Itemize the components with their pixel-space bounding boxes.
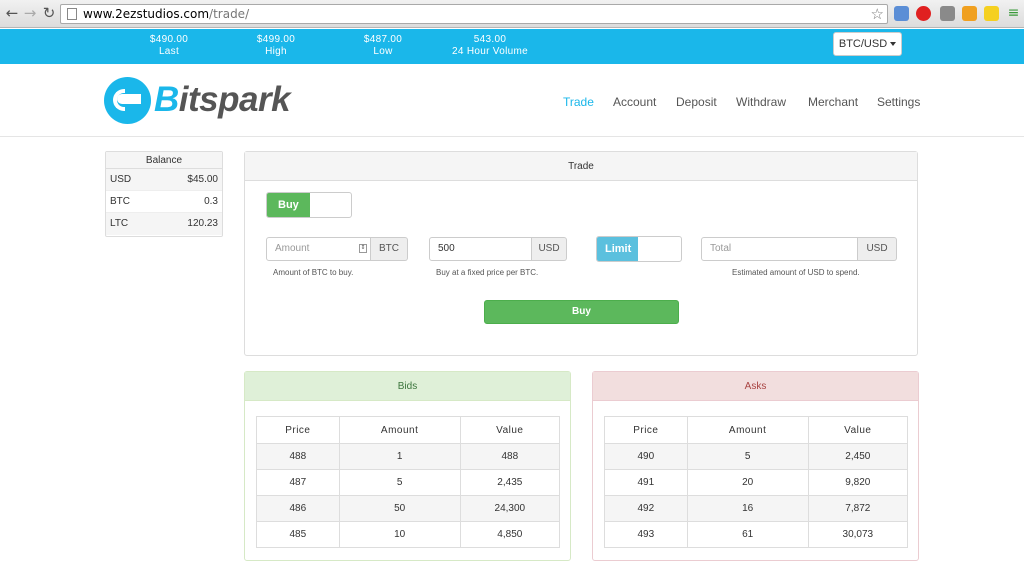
price-help: Buy at a fixed price per BTC. — [436, 268, 539, 277]
market-ticker: $490.00 Last $499.00 High $487.00 Low 543.0… — [0, 29, 1024, 64]
balance-title: Balance — [106, 152, 222, 169]
robot-extension-icon[interactable] — [940, 6, 955, 21]
column-header-price: Price — [256, 416, 340, 444]
note-extension-icon[interactable] — [984, 6, 999, 21]
amount-unit: BTC — [371, 237, 408, 261]
bids-panel: Bids Price Amount Value 488 1 488 487 5 2,43… — [244, 371, 571, 561]
nav-deposit[interactable]: Deposit — [676, 95, 717, 109]
logo-wordmark: Bitspark — [154, 80, 291, 119]
page-icon — [67, 8, 77, 20]
total-input[interactable]: Total — [701, 237, 858, 261]
amount-group: Amount ⇕ BTC — [266, 237, 408, 261]
forward-icon[interactable]: → — [22, 5, 38, 21]
limit-toggle-label: Limit — [597, 237, 638, 261]
nav-settings[interactable]: Settings — [877, 95, 920, 109]
column-header-value: Value — [807, 416, 909, 444]
trade-title: Trade — [245, 152, 917, 181]
total-unit: USD — [858, 237, 897, 261]
limit-market-toggle[interactable]: Limit — [596, 236, 682, 262]
table-row[interactable]: 488 1 488 — [256, 443, 561, 470]
bids-title: Bids — [245, 372, 570, 401]
column-header-amount: Amount — [686, 416, 809, 444]
price-input[interactable]: 500 — [429, 237, 532, 261]
bitcoin-extension-icon[interactable] — [962, 6, 977, 21]
buy-toggle-label: Buy — [267, 193, 310, 217]
table-row[interactable]: 493 61 30,073 — [604, 521, 909, 548]
menu-icon[interactable]: ≡ — [1006, 6, 1021, 21]
total-help: Estimated amount of USD to spend. — [732, 268, 860, 277]
price-group: 500 USD — [429, 237, 567, 261]
nav-withdraw[interactable]: Withdraw — [736, 95, 786, 109]
nav-trade[interactable]: Trade — [563, 95, 594, 109]
trade-panel: Trade Buy Amount ⇕ BTC Amount of BTC to … — [244, 151, 918, 356]
column-header-price: Price — [604, 416, 688, 444]
table-row[interactable]: 487 5 2,435 — [256, 469, 561, 496]
table-row[interactable]: 486 50 24,300 — [256, 495, 561, 522]
buy-sell-toggle[interactable]: Buy — [266, 192, 352, 218]
table-row[interactable]: 485 10 4,850 — [256, 521, 561, 548]
nav-merchant[interactable]: Merchant — [808, 95, 858, 109]
column-header-value: Value — [459, 416, 561, 444]
bids-table: Price Amount Value 488 1 488 487 5 2,435 486… — [256, 416, 561, 548]
nav-account[interactable]: Account — [613, 95, 656, 109]
asks-panel: Asks Price Amount Value 490 5 2,450 491 20 9… — [592, 371, 919, 561]
balance-row: USD $45.00 — [106, 169, 222, 191]
url-text: www.2ezstudios.com/trade/ — [83, 7, 250, 21]
extension-icon[interactable] — [894, 6, 909, 21]
balance-row: BTC 0.3 — [106, 191, 222, 213]
price-unit: USD — [532, 237, 567, 261]
address-bar[interactable]: www.2ezstudios.com/trade/ ☆ — [60, 4, 888, 24]
spinner-icon[interactable]: ⇕ — [359, 244, 367, 253]
ticker-last: $490.00 Last — [149, 34, 189, 57]
opera-extension-icon[interactable] — [916, 6, 931, 21]
ticker-volume: 543.00 24 Hour Volume — [452, 34, 528, 57]
browser-toolbar: ← → ↻ www.2ezstudios.com/trade/ ☆ ≡ — [0, 0, 1024, 28]
buy-submit-button[interactable]: Buy — [484, 300, 679, 324]
table-row[interactable]: 491 20 9,820 — [604, 469, 909, 496]
asks-title: Asks — [593, 372, 918, 401]
ticker-high: $499.00 High — [256, 34, 296, 57]
total-group: Total USD — [701, 237, 897, 261]
back-icon[interactable]: ← — [4, 5, 20, 21]
table-row[interactable]: 490 5 2,450 — [604, 443, 909, 470]
ticker-low: $487.00 Low — [363, 34, 403, 57]
column-header-amount: Amount — [338, 416, 461, 444]
asks-table: Price Amount Value 490 5 2,450 491 20 9,820 … — [604, 416, 909, 548]
balance-row: LTC 120.23 — [106, 213, 222, 235]
table-row[interactable]: 492 16 7,872 — [604, 495, 909, 522]
reload-icon[interactable]: ↻ — [41, 5, 57, 21]
logo-mark-icon — [104, 77, 151, 124]
site-header: Bitspark Trade Account Deposit Withdraw … — [0, 64, 1024, 137]
amount-help: Amount of BTC to buy. — [273, 268, 354, 277]
balance-panel: Balance USD $45.00 BTC 0.3 LTC 120.23 — [105, 151, 223, 237]
pair-dropdown[interactable]: BTC/USD — [833, 32, 902, 56]
amount-input[interactable]: Amount ⇕ — [266, 237, 371, 261]
bitspark-logo[interactable]: Bitspark — [104, 77, 294, 125]
bookmark-star-icon[interactable]: ☆ — [871, 5, 884, 23]
caret-down-icon — [890, 42, 897, 47]
